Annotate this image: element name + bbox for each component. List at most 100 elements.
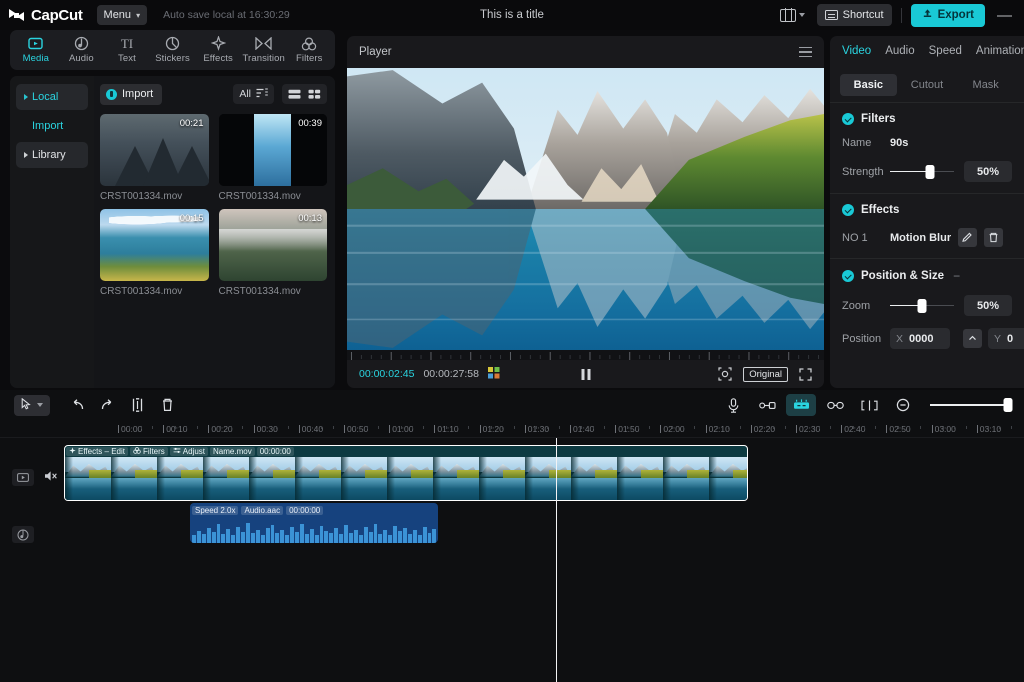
scale-mode-button[interactable]: Original: [743, 366, 788, 382]
timeline-zoom-slider[interactable]: [930, 398, 1013, 412]
audio-speed-badge: Speed 2.0x: [192, 505, 239, 515]
filmstrip-frame: [433, 457, 479, 500]
ruler-minor-tick: [965, 426, 967, 429]
color-grid-icon[interactable]: [487, 366, 500, 382]
player-scrub-ruler[interactable]: [347, 350, 824, 360]
ruler-minor-tick: [773, 426, 775, 429]
position-y-field[interactable]: Y 0: [988, 328, 1024, 349]
filters-toggle-checkbox[interactable]: [842, 113, 854, 125]
filter-button[interactable]: All: [233, 84, 274, 104]
cursor-icon: [21, 397, 32, 413]
tab-effects[interactable]: Effects: [195, 36, 241, 64]
effects-chip[interactable]: Effects – Edit: [66, 447, 128, 456]
media-item-2[interactable]: 00:15 CRST001334.mov: [100, 209, 209, 297]
collapse-icon[interactable]: −: [953, 269, 960, 283]
tab-audio[interactable]: Audio: [885, 45, 914, 57]
filter-name-value[interactable]: 90s: [890, 137, 908, 149]
media-item-0[interactable]: 00:21 CRST001334.mov: [100, 114, 209, 202]
waveform-bar: [226, 529, 231, 543]
player-canvas[interactable]: [347, 68, 824, 350]
sidebar-item-library[interactable]: Library: [16, 142, 88, 168]
adjust-chip[interactable]: Adjust: [169, 447, 209, 456]
sidebar-item-local[interactable]: Local: [16, 84, 88, 110]
ruler-minor-tick: [649, 426, 651, 429]
tab-text[interactable]: TI Text: [104, 36, 150, 64]
zoom-value[interactable]: 50%: [964, 295, 1012, 316]
select-tool[interactable]: [14, 394, 50, 416]
audio-clip-header: Speed 2.0x Audio.aac 00:00:00: [190, 503, 438, 515]
waveform-bar: [201, 533, 206, 543]
minimize-button[interactable]: —: [997, 8, 1012, 23]
export-button[interactable]: Export: [910, 3, 985, 27]
pencil-icon[interactable]: [958, 228, 978, 247]
zoom-slider[interactable]: [890, 298, 954, 313]
waveform-bar: [299, 524, 304, 543]
menu-button[interactable]: Menu ▾: [96, 5, 148, 25]
video-track-icon[interactable]: [12, 469, 34, 486]
tab-audio[interactable]: Audio: [59, 36, 105, 64]
auto-caption-tool[interactable]: [786, 394, 816, 416]
hamburger-icon[interactable]: [799, 46, 812, 58]
undo-tool[interactable]: [62, 394, 92, 416]
player-panel: Player 00:00:02:45 00:00:27:58 Original: [347, 36, 824, 388]
shortcut-button[interactable]: Shortcut: [816, 4, 892, 26]
fullscreen-icon[interactable]: [799, 367, 812, 381]
filter-strength-value[interactable]: 50%: [964, 161, 1012, 182]
filter-strength-slider[interactable]: [890, 164, 954, 179]
ruler-minor-tick: [490, 426, 492, 429]
capcut-app-window: CapCut Menu ▾ Auto save local at 16:30:2…: [0, 0, 1024, 682]
audio-clip[interactable]: Speed 2.0x Audio.aac 00:00:00: [190, 503, 438, 543]
adjust-chip-icon: [173, 447, 181, 456]
tab-animation[interactable]: Animation: [976, 45, 1024, 57]
tab-media[interactable]: Media: [13, 36, 59, 64]
waveform-bar: [398, 531, 402, 543]
effects-toggle-checkbox[interactable]: [842, 204, 854, 216]
import-button[interactable]: Import: [100, 83, 163, 105]
tab-filters[interactable]: Filters: [286, 36, 332, 64]
player-right-controls: Original: [718, 366, 812, 382]
crop-icon[interactable]: [718, 367, 732, 381]
audio-track-icon[interactable]: [12, 526, 34, 543]
filmstrip-frame: [203, 457, 249, 500]
split-tool[interactable]: [122, 394, 152, 416]
sidebar-item-import-label: Import: [32, 120, 64, 132]
position-size-toggle-checkbox[interactable]: [842, 270, 854, 282]
filters-chip[interactable]: Filters: [130, 447, 168, 456]
waveform-bar: [206, 527, 211, 543]
trash-icon[interactable]: [984, 228, 1004, 247]
position-x-field[interactable]: X 0000: [890, 328, 950, 349]
playhead[interactable]: [556, 438, 557, 682]
tab-stickers[interactable]: Stickers: [150, 36, 196, 64]
tab-video[interactable]: Video: [842, 45, 871, 57]
ruler-minor-tick: [942, 426, 944, 429]
ruler-minor-tick: [603, 426, 605, 429]
link-tool[interactable]: [820, 394, 850, 416]
chevron-up-icon[interactable]: [963, 329, 982, 348]
effect-name-value: Motion Blur: [890, 231, 952, 244]
segment-cutout[interactable]: Cutout: [899, 74, 956, 96]
pause-icon[interactable]: [581, 368, 590, 380]
crop-split-tool[interactable]: [854, 394, 884, 416]
media-item-1[interactable]: 00:39 CRST001334.mov: [218, 114, 327, 202]
mute-icon[interactable]: [44, 470, 58, 485]
tab-speed[interactable]: Speed: [929, 45, 962, 57]
grid-view-icon[interactable]: [308, 89, 321, 100]
tab-transition[interactable]: Transition: [241, 36, 287, 64]
ruler-minor-tick: [784, 426, 786, 429]
record-tool[interactable]: [718, 394, 748, 416]
video-clip[interactable]: Effects – Edit Filters Adjust Name.mov 0…: [64, 445, 748, 501]
mirror-tool[interactable]: [752, 394, 782, 416]
segment-basic[interactable]: Basic: [840, 74, 897, 96]
segment-mask[interactable]: Mask: [957, 74, 1014, 96]
layout-switch-button[interactable]: [774, 7, 811, 24]
zoom-out-tool[interactable]: [888, 394, 918, 416]
media-thumbnail: 00:39: [218, 114, 327, 186]
sidebar-item-import[interactable]: Import: [16, 113, 88, 139]
delete-tool[interactable]: [152, 394, 182, 416]
redo-tool[interactable]: [92, 394, 122, 416]
filters-chip-label: Filters: [143, 447, 165, 456]
media-filename: CRST001334.mov: [218, 286, 301, 297]
timeline-ruler[interactable]: 00:00 00:10 00:20 00:30 00:40 00:50 01:00 01:10…: [0, 420, 1024, 438]
list-view-icon[interactable]: [288, 89, 301, 100]
media-item-3[interactable]: 00:13 CRST001334.mov: [218, 209, 327, 297]
